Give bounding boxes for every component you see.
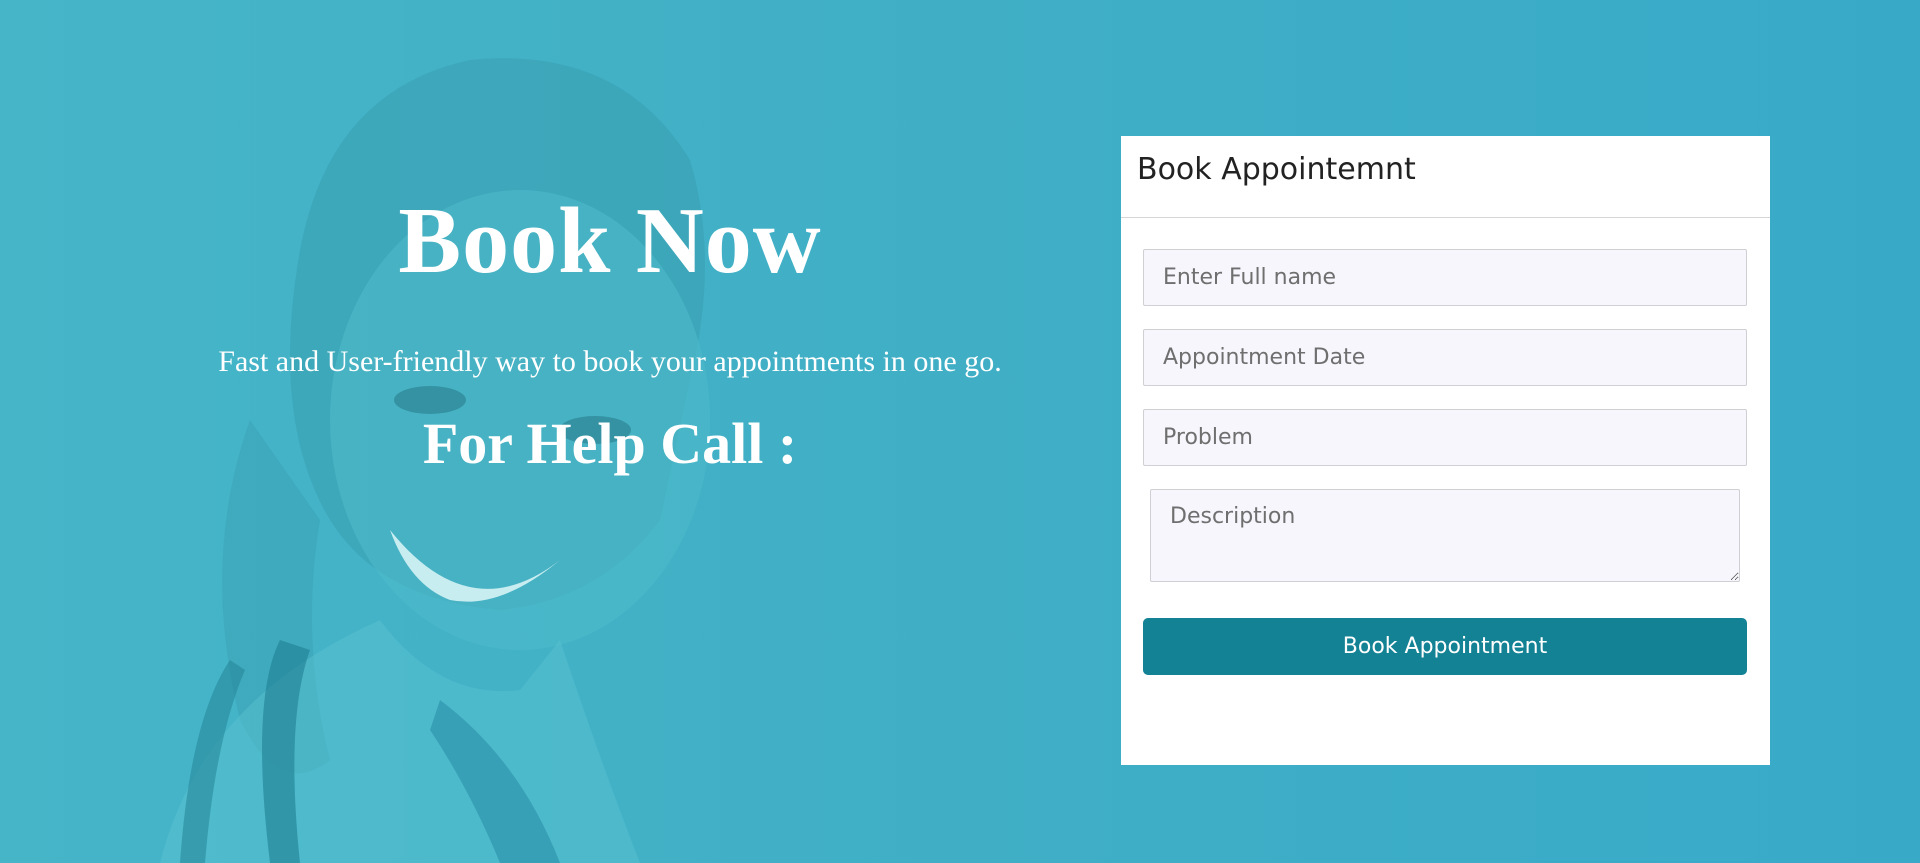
appointment-date-input[interactable] xyxy=(1143,329,1747,386)
hero-section: Book Now Fast and User-friendly way to b… xyxy=(180,170,1040,479)
help-heading: For Help Call : xyxy=(422,411,798,477)
card-title: Book Appointemnt xyxy=(1137,152,1416,187)
description-textarea[interactable] xyxy=(1150,489,1740,582)
full-name-input[interactable] xyxy=(1143,249,1747,306)
card-header: Book Appointemnt xyxy=(1121,136,1770,218)
hero-title: Book Now xyxy=(398,189,822,293)
book-appointment-button[interactable]: Book Appointment xyxy=(1143,618,1747,675)
appointment-card: Book Appointemnt Book Appointment xyxy=(1121,136,1770,765)
problem-input[interactable] xyxy=(1143,409,1747,466)
appointment-form: Book Appointment xyxy=(1121,218,1770,675)
hero-tagline: Fast and User-friendly way to book your … xyxy=(218,345,1002,379)
